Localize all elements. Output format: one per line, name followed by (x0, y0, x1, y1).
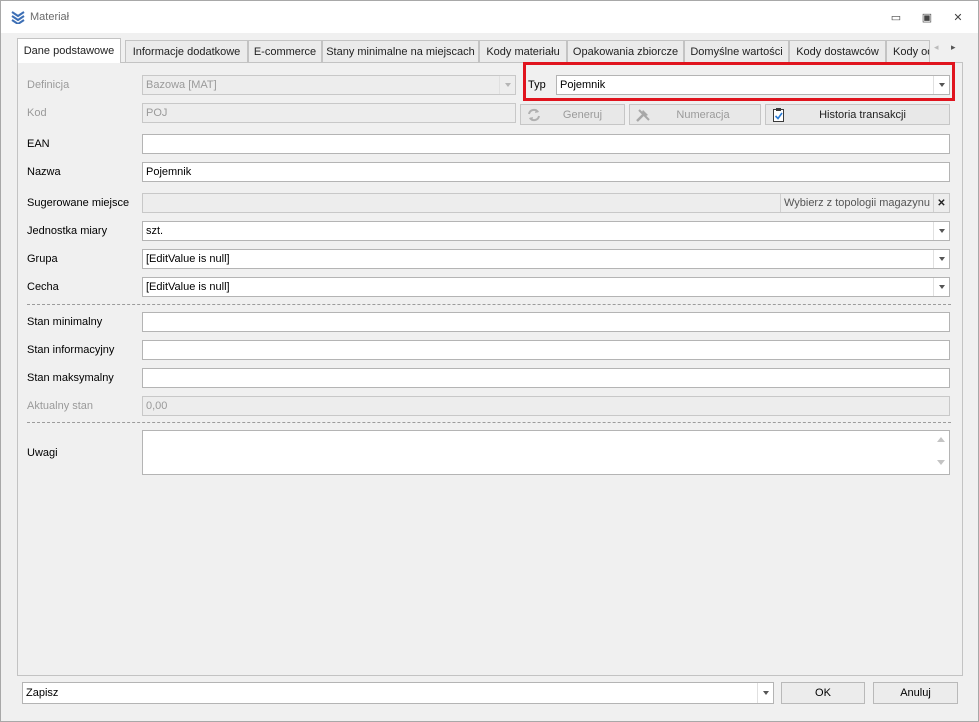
close-button[interactable]: ✕ (946, 8, 970, 26)
cecha-select[interactable]: [EditValue is null] (142, 277, 950, 297)
definicja-select: Bazowa [MAT] (142, 75, 516, 95)
tab-dane-podstawowe[interactable]: Dane podstawowe (17, 38, 121, 63)
nazwa-label: Nazwa (27, 166, 61, 178)
ok-label: OK (815, 687, 831, 699)
kod-field: POJ (142, 103, 516, 123)
jednostka-miary-label: Jednostka miary (27, 225, 108, 237)
stan-maksymalny-field[interactable] (142, 368, 950, 388)
chevron-down-icon[interactable] (933, 222, 949, 240)
uwagi-label: Uwagi (27, 447, 58, 459)
definicja-value: Bazowa [MAT] (146, 79, 217, 91)
tab-kody-materialu[interactable]: Kody materiału (479, 40, 567, 62)
minimize-button[interactable]: ▭ (884, 8, 908, 26)
tab-label: Kody materiału (486, 45, 560, 58)
tab-label: Kody dostawców (796, 45, 879, 58)
tools-icon (636, 109, 650, 122)
numeracja-button[interactable]: Numeracja (629, 104, 761, 125)
sugerowane-miejsce-label: Sugerowane miejsce (27, 197, 130, 209)
scroll-up-icon[interactable] (937, 437, 945, 442)
ean-field[interactable] (142, 134, 950, 154)
chevron-down-icon[interactable] (933, 250, 949, 268)
stan-minimalny-field[interactable] (142, 312, 950, 332)
tab-scroll-right-icon[interactable]: ▸ (951, 42, 956, 53)
window-title: Materiał (30, 11, 70, 23)
tab-label: Dane podstawowe (23, 45, 115, 57)
close-icon: ✕ (953, 11, 963, 24)
generuj-label: Generuj (562, 108, 603, 121)
stan-informacyjny-label: Stan informacyjny (27, 344, 115, 356)
cecha-value: [EditValue is null] (146, 281, 230, 293)
tab-e-commerce[interactable]: E-commerce (248, 40, 322, 62)
maximize-icon: ▣ (921, 11, 933, 24)
definicja-label: Definicja (27, 79, 70, 91)
tab-opakowania-zbiorcze[interactable]: Opakowania zbiorcze (567, 40, 684, 62)
grupa-value: [EditValue is null] (146, 253, 230, 265)
chevron-down-icon (499, 76, 515, 94)
title-bar: Materiał ▭ ▣ ✕ (1, 1, 978, 33)
typ-highlight-box (523, 62, 955, 101)
section-divider (27, 422, 951, 423)
tab-strip: Dane podstawowe Informacje dodatkowe E-c… (17, 38, 967, 63)
aktualny-value: 0,00 (146, 400, 168, 412)
stan-minimalny-label: Stan minimalny (27, 316, 103, 328)
action-value: Zapisz (26, 687, 59, 699)
material-window: Materiał ▭ ▣ ✕ Dane podstawowe Informacj… (0, 0, 979, 722)
stan-informacyjny-field[interactable] (142, 340, 950, 360)
kod-value: POJ (146, 107, 168, 119)
tab-label: E-commerce (253, 45, 317, 58)
scroll-down-icon[interactable] (937, 460, 945, 465)
section-divider (27, 304, 951, 305)
jednostka-value: szt. (146, 225, 164, 237)
wybierz-label: Wybierz z topologii magazynu (783, 197, 930, 209)
tab-label: Informacje dodatkowe (132, 45, 241, 58)
tab-kody-dostawcow[interactable]: Kody dostawców (789, 40, 886, 62)
tab-domyslne-wartosci[interactable]: Domyślne wartości (684, 40, 789, 62)
clipboard-check-icon (773, 108, 784, 122)
tab-label: Opakowania zbiorcze (572, 45, 679, 58)
chevron-down-icon[interactable] (933, 278, 949, 296)
minimize-icon: ▭ (890, 11, 902, 24)
nazwa-value: Pojemnik (146, 166, 192, 178)
tab-panel-dane-podstawowe: Definicja Bazowa [MAT] Typ Pojemnik Kod … (17, 62, 963, 676)
refresh-icon (528, 108, 540, 122)
historia-transakcji-button[interactable]: Historia transakcji (765, 104, 950, 125)
textarea-scrollbar[interactable] (936, 434, 946, 470)
tab-scroll-left-icon[interactable]: ◂ (934, 42, 939, 53)
tab-kody-od[interactable]: Kody od (886, 40, 930, 62)
sugerowane-miejsce-field: Wybierz z topologii magazynu ✕ (142, 193, 950, 213)
numeracja-label: Numeracja (676, 108, 730, 121)
chevron-down-icon[interactable] (757, 683, 773, 703)
cancel-button[interactable]: Anuluj (873, 682, 958, 704)
uwagi-textarea[interactable] (142, 430, 950, 475)
app-logo-icon (11, 11, 25, 24)
stan-maksymalny-label: Stan maksymalny (27, 372, 114, 384)
generuj-button[interactable]: Generuj (520, 104, 625, 125)
tab-label: Kody od (893, 45, 930, 58)
grupa-select[interactable]: [EditValue is null] (142, 249, 950, 269)
jednostka-miary-select[interactable]: szt. (142, 221, 950, 241)
kod-label: Kod (27, 107, 47, 119)
clear-icon[interactable]: ✕ (933, 194, 949, 212)
ean-label: EAN (27, 138, 50, 150)
tab-label: Stany minimalne na miejscach (326, 45, 475, 58)
maximize-button[interactable]: ▣ (915, 8, 939, 26)
historia-label: Historia transakcji (819, 108, 906, 121)
aktualny-stan-field: 0,00 (142, 396, 950, 416)
ok-button[interactable]: OK (781, 682, 865, 704)
cancel-label: Anuluj (900, 687, 931, 699)
tab-informacje-dodatkowe[interactable]: Informacje dodatkowe (125, 40, 248, 62)
wybierz-z-topologii-button[interactable]: Wybierz z topologii magazynu (779, 194, 933, 212)
tab-label: Domyślne wartości (690, 45, 783, 58)
action-select[interactable]: Zapisz (22, 682, 774, 704)
aktualny-stan-label: Aktualny stan (27, 400, 94, 412)
cecha-label: Cecha (27, 281, 59, 293)
nazwa-field[interactable]: Pojemnik (142, 162, 950, 182)
tab-stany-minimalne[interactable]: Stany minimalne na miejscach (322, 40, 479, 62)
grupa-label: Grupa (27, 253, 58, 265)
